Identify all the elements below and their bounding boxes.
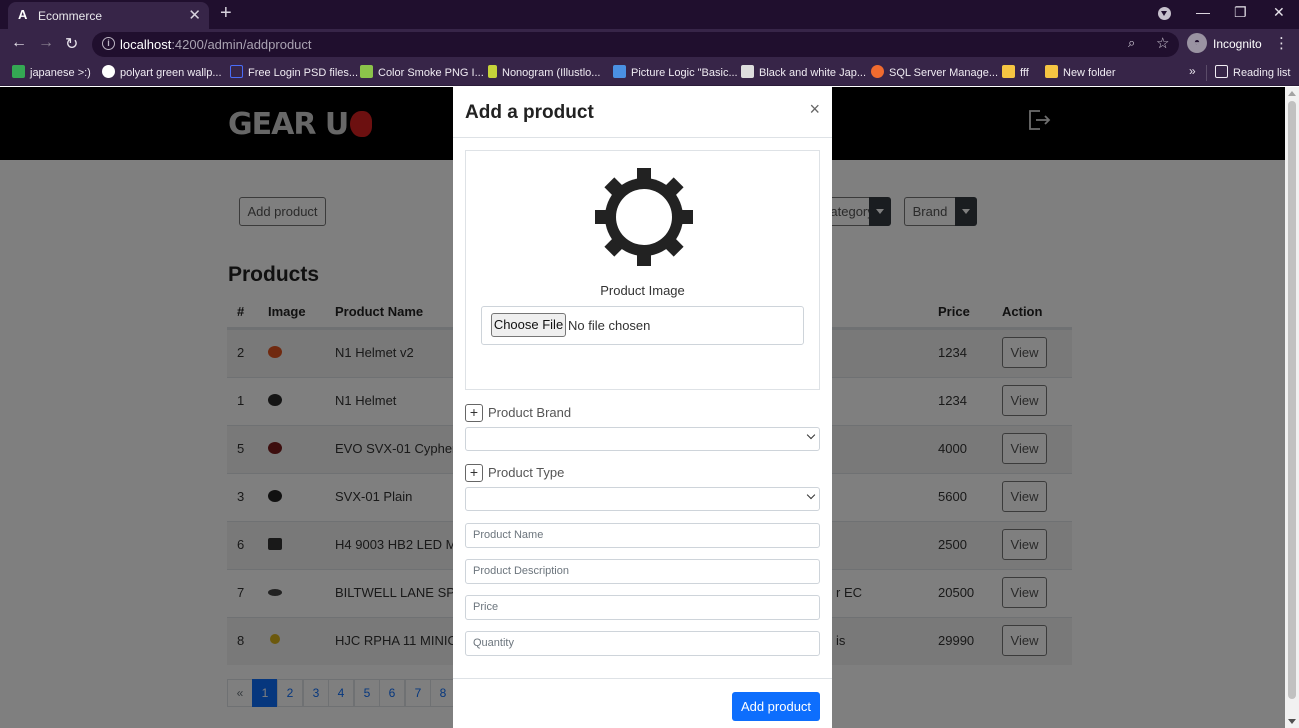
puzzle-site-icon	[613, 65, 626, 78]
bookmarks-bar: japanese >:) polyart green wallp... Free…	[0, 60, 1299, 86]
type-select[interactable]	[465, 487, 820, 511]
browser-menu-icon[interactable]: ⋮	[1274, 34, 1289, 52]
site-info-icon[interactable]: i	[102, 37, 115, 50]
google-icon	[102, 65, 115, 78]
file-input[interactable]: Choose File No file chosen	[481, 306, 804, 345]
add-brand-button[interactable]: +	[465, 404, 483, 422]
reading-list-icon	[1215, 65, 1228, 78]
forward-icon[interactable]: →	[38, 34, 54, 52]
reading-list[interactable]: Reading list	[1215, 65, 1290, 79]
bookmark-label: Color Smoke PNG I...	[378, 67, 484, 79]
product-image-panel: Product Image Choose File No file chosen	[465, 150, 820, 390]
back-icon[interactable]: ←	[11, 34, 27, 52]
bookmark-label: japanese >:)	[30, 67, 91, 79]
bookmark-label: Nonogram (Illustlo...	[502, 67, 601, 79]
price-input[interactable]: Price	[465, 595, 820, 620]
tab-title: Ecommerce	[38, 9, 103, 23]
address-bar[interactable]: i localhost:4200/admin/addproduct ⌕ ☆	[92, 32, 1179, 57]
bookmark-folder[interactable]: New folder	[1045, 65, 1116, 79]
tab-close-icon[interactable]: ✕	[188, 6, 201, 24]
url-text[interactable]: localhost:4200/admin/addproduct	[120, 37, 312, 52]
angular-icon: A	[18, 7, 28, 22]
tab-search-icon[interactable]	[1158, 7, 1171, 20]
bookmark-label: fff	[1020, 67, 1029, 79]
bookmark-item[interactable]: Black and white Jap...	[741, 65, 866, 79]
bookmark-folder[interactable]: fff	[1002, 65, 1029, 79]
product-image-caption: Product Image	[600, 283, 685, 298]
sql-icon	[871, 65, 884, 78]
bookmark-label: SQL Server Manage...	[889, 67, 999, 79]
incognito-icon: ◓	[1187, 33, 1207, 53]
url-host: localhost	[120, 37, 172, 52]
gear-icon	[595, 168, 693, 266]
folder-icon	[1002, 65, 1015, 78]
reading-list-label: Reading list	[1233, 67, 1291, 79]
browser-tab[interactable]: A Ecommerce ✕	[8, 2, 209, 29]
scroll-down-icon[interactable]	[1288, 719, 1296, 724]
type-label: Product Type	[488, 465, 565, 480]
reload-icon[interactable]: ↻	[65, 34, 78, 54]
new-tab-icon[interactable]: +	[220, 2, 232, 25]
bookmark-item[interactable]: japanese >:)	[12, 65, 91, 79]
add-type-button[interactable]: +	[465, 464, 483, 482]
close-icon[interactable]: ×	[809, 99, 820, 120]
image-site-icon	[360, 65, 373, 78]
choose-file-button[interactable]: Choose File	[491, 313, 566, 337]
bookmark-label: polyart green wallp...	[120, 67, 222, 79]
bookmark-label: Black and white Jap...	[759, 67, 867, 79]
submit-add-product-button[interactable]: Add product	[732, 692, 820, 721]
folder-icon	[1045, 65, 1058, 78]
zoom-icon[interactable]: ⌕	[1128, 35, 1135, 51]
bookmark-star-icon[interactable]: ☆	[1156, 34, 1169, 52]
chevron-down-icon	[806, 490, 816, 500]
modal-header: Add a product ×	[453, 87, 832, 138]
browser-tabstrip: A Ecommerce ✕ + — ❐ ✕	[0, 0, 1299, 29]
brand-label: Product Brand	[488, 405, 572, 420]
bookmark-item[interactable]: Picture Logic "Basic...	[613, 65, 738, 79]
brand-select[interactable]	[465, 427, 820, 451]
bookmark-label: Picture Logic "Basic...	[631, 67, 738, 79]
quantity-input[interactable]: Quantity	[465, 631, 820, 656]
chevron-down-icon	[806, 430, 816, 440]
bookmark-label: Free Login PSD files...	[248, 67, 359, 79]
window-close-icon[interactable]: ✕	[1273, 4, 1285, 21]
building-icon	[741, 65, 754, 78]
page-icon	[230, 65, 243, 78]
bookmark-item[interactable]: SQL Server Manage...	[871, 65, 998, 79]
bookmarks-overflow-icon[interactable]: »	[1189, 64, 1196, 78]
bookmark-item[interactable]: polyart green wallp...	[102, 65, 222, 79]
product-name-input[interactable]: Product Name	[465, 523, 820, 548]
bookmark-item[interactable]: Free Login PSD files...	[230, 65, 358, 79]
product-description-input[interactable]: Product Description	[465, 559, 820, 584]
page-scrollbar[interactable]	[1285, 87, 1299, 728]
drive-icon	[12, 65, 25, 78]
shield-icon	[488, 65, 497, 78]
bookmarks-divider	[1206, 65, 1207, 81]
scrollbar-thumb[interactable]	[1288, 101, 1296, 699]
file-status: No file chosen	[568, 318, 651, 333]
modal-title: Add a product	[465, 102, 594, 123]
browser-toolbar: ← → ↻ i localhost:4200/admin/addproduct …	[0, 29, 1299, 60]
maximize-icon[interactable]: ❐	[1234, 4, 1247, 21]
modal-footer: Add product	[453, 678, 832, 728]
minimize-icon[interactable]: —	[1196, 4, 1210, 20]
add-product-modal: Add a product × Product Image Choose Fil…	[453, 87, 832, 728]
scroll-up-icon[interactable]	[1288, 91, 1296, 96]
bookmark-item[interactable]: Nonogram (Illustlo...	[488, 65, 600, 79]
bookmark-item[interactable]: Color Smoke PNG I...	[360, 65, 484, 79]
url-path: :4200/admin/addproduct	[171, 37, 312, 52]
bookmark-label: New folder	[1063, 67, 1116, 79]
incognito-label: Incognito	[1213, 37, 1262, 51]
